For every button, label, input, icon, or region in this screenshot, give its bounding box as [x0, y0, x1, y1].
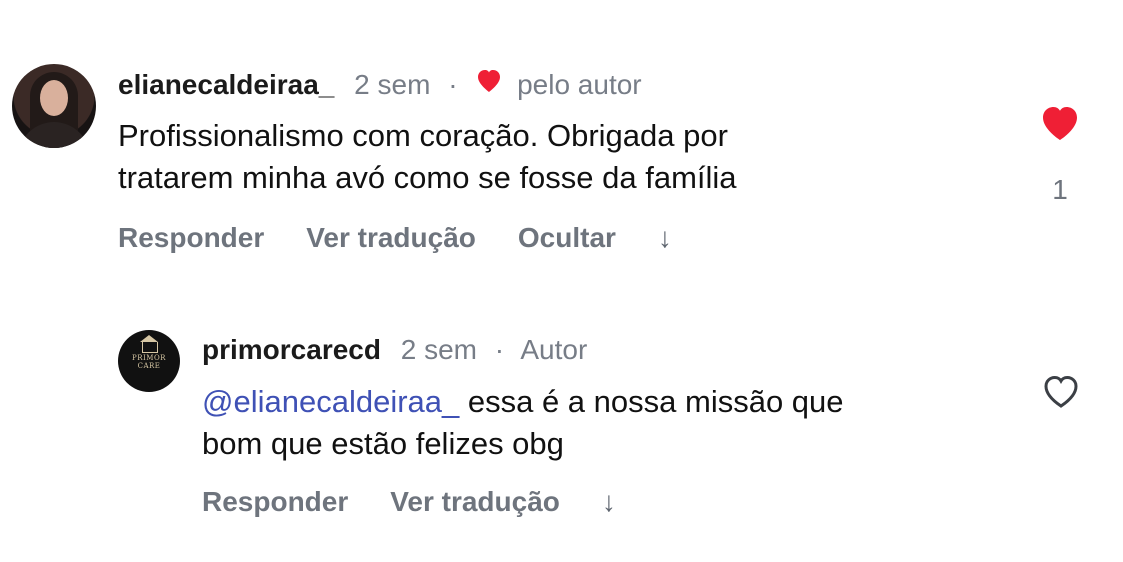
reply-line-2: bom que estão felizes obg [202, 426, 564, 461]
avatar-body [18, 122, 90, 148]
reply-down-arrow-icon[interactable]: ↓ [602, 488, 616, 516]
reply-text: @elianecaldeiraa_ essa é a nossa missão … [202, 381, 1002, 465]
reply-reply-button[interactable]: Responder [202, 486, 348, 518]
down-arrow-icon[interactable]: ↓ [658, 224, 672, 252]
avatar-face [40, 80, 68, 116]
brand-logo-line-2: CARE [137, 362, 161, 370]
author-like-heart-icon [475, 68, 503, 102]
comment-header: elianecaldeiraa_ 2 sem · pelo autor [118, 68, 642, 104]
reply-meta-separator: · [494, 334, 505, 365]
reply-line-1: @elianecaldeiraa_ essa é a nossa missão … [202, 381, 1002, 423]
reply-timestamp: 2 sem [400, 334, 477, 365]
comment-line-1: Profissionalismo com coração. Obrigada p… [118, 118, 728, 153]
like-count: 1 [1052, 174, 1068, 205]
reply-button[interactable]: Responder [118, 222, 264, 254]
comment-text: Profissionalismo com coração. Obrigada p… [118, 115, 908, 199]
brand-avatar[interactable]: PRIMOR CARE [118, 330, 180, 392]
comment-actions: Responder Ver tradução Ocultar ↓ [118, 222, 672, 254]
meta-separator: · [448, 69, 458, 100]
author-badge: Autor [520, 334, 588, 365]
user-avatar[interactable] [12, 64, 96, 148]
reply-actions: Responder Ver tradução ↓ [202, 486, 616, 518]
comment-line-2: tratarem minha avó como se fosse da famí… [118, 160, 737, 195]
brand-logo-line-1: PRIMOR [132, 354, 166, 362]
reply-username[interactable]: primorcarecd [202, 334, 381, 365]
reply-header: primorcarecd 2 sem · Autor [202, 333, 587, 367]
reply-like-button[interactable] [1041, 374, 1081, 412]
house-logo-icon [142, 342, 158, 353]
filled-heart-icon [1043, 107, 1077, 140]
reply-line-1-rest: essa é a nossa missão que [459, 384, 844, 419]
reply-translate-button[interactable]: Ver tradução [390, 486, 560, 518]
hide-button[interactable]: Ocultar [518, 222, 616, 254]
timestamp: 2 sem [354, 69, 431, 100]
username[interactable]: elianecaldeiraa_ [118, 69, 334, 100]
like-button[interactable] [1039, 105, 1081, 145]
mention-link[interactable]: @elianecaldeiraa_ [202, 384, 459, 419]
house-roof-icon [140, 335, 158, 342]
outline-heart-icon [1044, 375, 1078, 408]
liked-by-author-label: pelo autor [517, 69, 642, 100]
translate-button[interactable]: Ver tradução [306, 222, 476, 254]
brand-logo-text: PRIMOR CARE [118, 354, 180, 370]
